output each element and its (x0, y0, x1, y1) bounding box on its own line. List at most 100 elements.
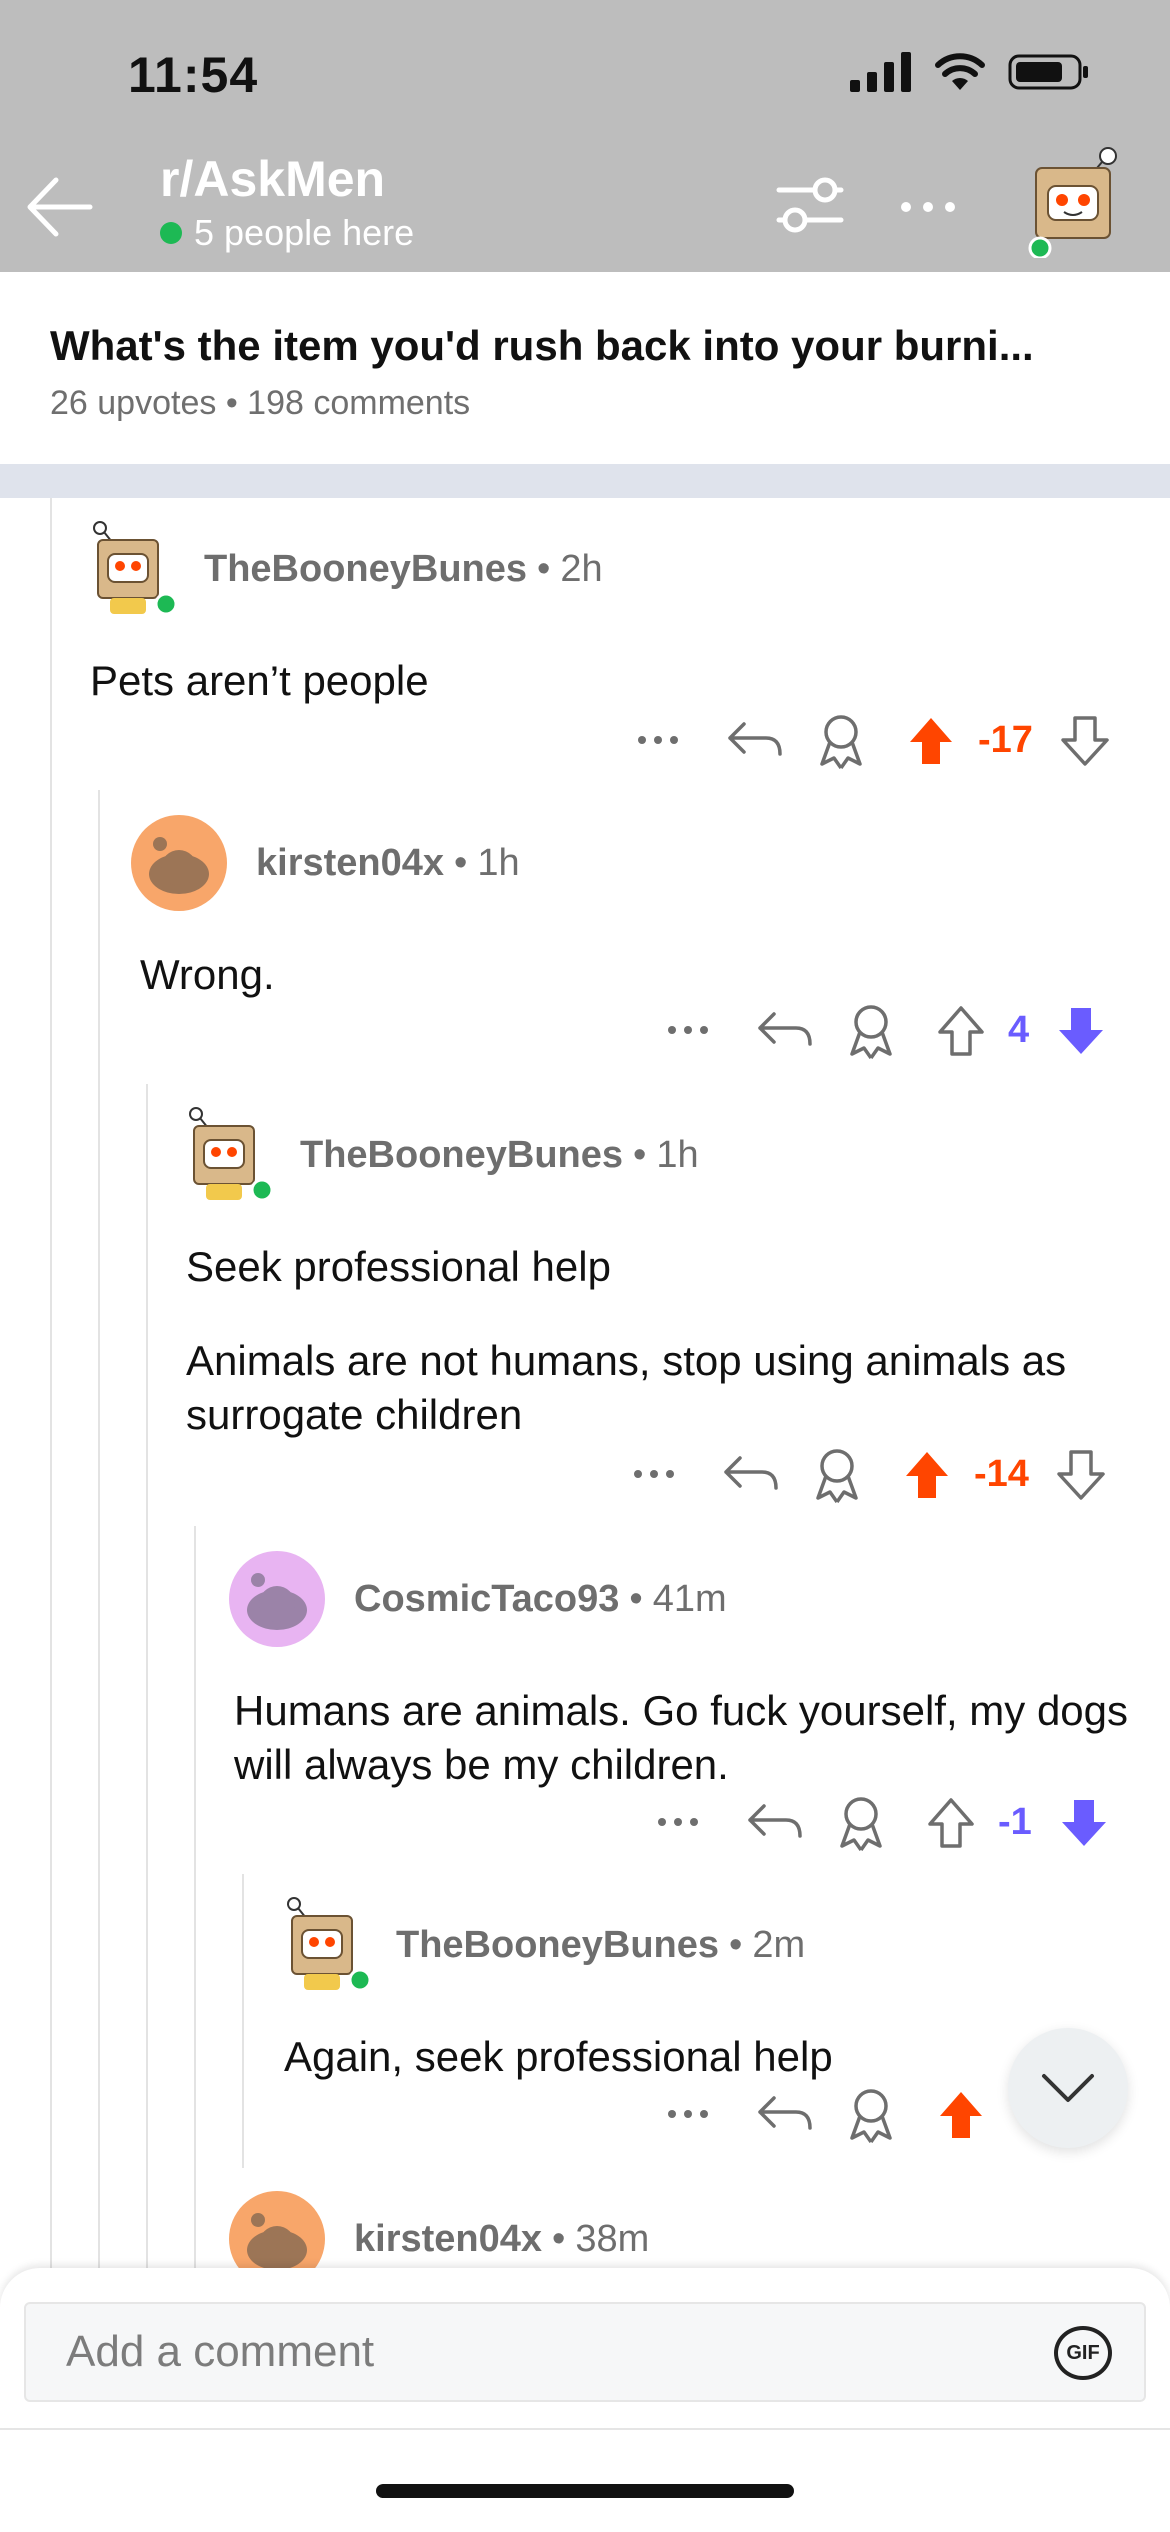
reply-icon[interactable] (710, 712, 806, 768)
thread-line (98, 790, 100, 2278)
thread-line (194, 1526, 196, 2278)
reply-icon[interactable] (740, 1002, 836, 1058)
reply-icon[interactable] (730, 1794, 826, 1850)
separator: • (537, 547, 551, 590)
more-options-icon[interactable] (626, 1454, 682, 1494)
thread-line (146, 1084, 148, 2278)
comment-username[interactable]: kirsten04x (256, 842, 444, 885)
upvote-arrow-icon[interactable] (892, 1444, 962, 1504)
comment-text: Animals are not humans, stop using anima… (186, 1337, 1067, 1438)
scroll-down-button[interactable] (1008, 2028, 1128, 2148)
back-arrow-icon[interactable] (22, 170, 96, 244)
box-robot-avatar-icon[interactable] (80, 520, 178, 618)
comment-body: Wrong. (140, 948, 1130, 1002)
comment[interactable]: CosmicTaco93 • 41m Humans are animals. G… (228, 1550, 1138, 1792)
meta-separator: • (225, 384, 238, 422)
online-dot-icon (160, 222, 182, 244)
online-text: 5 people here (194, 212, 415, 253)
downvote-arrow-icon[interactable] (1057, 710, 1113, 770)
post-upvotes: 26 upvotes (50, 384, 217, 422)
comment-age: 38m (575, 2217, 650, 2260)
upvote-arrow-icon[interactable] (896, 710, 966, 770)
thread-line (242, 1874, 244, 2168)
status-icons (850, 52, 1090, 92)
comment[interactable]: TheBooneyBunes • 2m Again, seek professi… (274, 1896, 994, 2084)
reply-icon[interactable] (706, 1446, 802, 1502)
vote-score: -1 (998, 1800, 1032, 1843)
comment-age: 2m (752, 1923, 806, 1966)
post-comment-count: 198 comments (247, 384, 471, 422)
separator: • (729, 1923, 743, 1966)
separator: • (552, 2217, 566, 2260)
vote-score: -17 (978, 718, 1033, 761)
comment-actions: -14 (626, 1444, 1109, 1504)
comment-username[interactable]: TheBooneyBunes (396, 1924, 719, 1967)
comment-body: Pets aren’t people (90, 654, 1140, 708)
award-icon[interactable] (806, 710, 876, 770)
comment-composer: Add a comment GIF (0, 2268, 1170, 2532)
signal-icon (850, 52, 911, 92)
sort-filter-icon[interactable] (775, 176, 845, 236)
top-header: 11:54 r/AskMen 5 people here (0, 0, 1170, 272)
comment-body: Again, seek professional help (284, 2030, 994, 2084)
comment-username[interactable]: TheBooneyBunes (204, 548, 527, 591)
award-icon[interactable] (802, 1444, 872, 1504)
chevron-down-icon (1042, 2074, 1094, 2102)
comment[interactable]: TheBooneyBunes • 2h Pets aren’t people (80, 520, 1140, 708)
post-title[interactable]: What's the item you'd rush back into you… (50, 322, 1170, 370)
battery-icon (1008, 54, 1088, 90)
comment-username[interactable]: CosmicTaco93 (354, 1578, 619, 1621)
comment-text: Wrong. (140, 951, 275, 998)
comment-text: Humans are animals. Go fuck yourself, my… (234, 1687, 1129, 1788)
downvote-arrow-icon[interactable] (1053, 1444, 1109, 1504)
more-options-icon[interactable] (650, 1802, 706, 1842)
more-dots-icon[interactable] (898, 195, 958, 219)
separator: • (633, 1133, 647, 1176)
online-count: 5 people here (160, 212, 414, 254)
wifi-icon (935, 53, 985, 90)
subreddit-title[interactable]: r/AskMen (160, 150, 385, 208)
comment-age: 2h (560, 547, 603, 590)
comment-text: Seek professional help (186, 1243, 611, 1290)
gif-button[interactable]: GIF (1054, 2326, 1112, 2380)
award-icon[interactable] (826, 1792, 896, 1852)
comment-username[interactable]: TheBooneyBunes (300, 1134, 623, 1177)
separator: • (629, 1577, 643, 1620)
comment-actions: -17 (630, 710, 1113, 770)
comment-text: Again, seek professional help (284, 2033, 833, 2080)
comment[interactable]: kirsten04x • 1h Wrong. (130, 814, 1130, 1002)
user-avatar-icon[interactable] (1018, 138, 1128, 258)
section-divider (0, 464, 1170, 498)
comment-body: Humans are animals. Go fuck yourself, my… (234, 1684, 1134, 1792)
home-indicator[interactable] (376, 2484, 794, 2498)
purple-snoo-avatar-icon[interactable] (228, 1550, 326, 1648)
reply-icon[interactable] (740, 2086, 836, 2142)
downvote-arrow-icon[interactable] (1053, 1000, 1109, 1060)
more-options-icon[interactable] (630, 720, 686, 760)
vote-score: 4 (1008, 1008, 1030, 1051)
comment-age: 1h (656, 1133, 699, 1176)
comment[interactable]: TheBooneyBunes • 1h Seek professional he… (176, 1106, 1136, 1442)
upvote-arrow-icon[interactable] (926, 2084, 996, 2144)
award-icon[interactable] (836, 2084, 906, 2144)
post-summary[interactable]: What's the item you'd rush back into you… (0, 272, 1170, 464)
add-comment-input[interactable]: Add a comment GIF (24, 2302, 1146, 2402)
add-comment-placeholder: Add a comment (66, 2327, 375, 2376)
post-meta: 26 upvotes • 198 comments (50, 384, 1170, 423)
orange-snoo-avatar-icon[interactable] (130, 814, 228, 912)
award-icon[interactable] (836, 1000, 906, 1060)
more-options-icon[interactable] (660, 2094, 716, 2134)
more-options-icon[interactable] (660, 1010, 716, 1050)
upvote-arrow-icon[interactable] (916, 1792, 986, 1852)
box-robot-avatar-icon[interactable] (176, 1106, 274, 1204)
comment-age: 1h (477, 841, 520, 884)
comment-text: Pets aren’t people (90, 657, 429, 704)
downvote-arrow-icon[interactable] (1056, 1792, 1112, 1852)
comment-username[interactable]: kirsten04x (354, 2218, 542, 2261)
divider (0, 2428, 1170, 2430)
upvote-arrow-icon[interactable] (926, 1000, 996, 1060)
comment-actions (660, 2084, 996, 2144)
comment-age: 41m (652, 1577, 727, 1620)
box-robot-avatar-icon[interactable] (274, 1896, 372, 1994)
status-time: 11:54 (128, 47, 259, 103)
